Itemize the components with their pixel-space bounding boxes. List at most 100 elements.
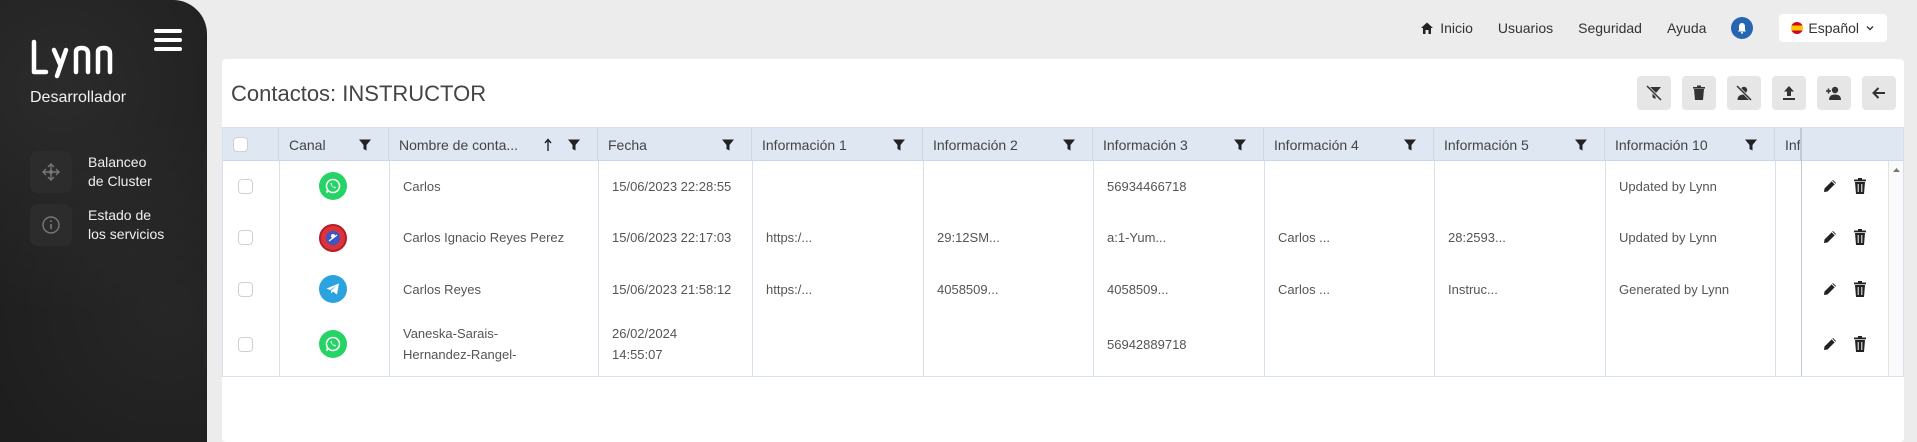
column-label: Información 2 (933, 136, 1018, 153)
sidebar-item-service-status[interactable]: Estado de los servicios (30, 202, 205, 248)
cell-nombre: Carlos Ignacio Reyes Perez (403, 230, 565, 245)
spain-flag-icon (1791, 22, 1804, 34)
cell-info10: Updated by Lynn (1619, 178, 1717, 194)
user-role: Desarrollador (30, 89, 127, 106)
sidebar: Desarrollador Balanceo de Cluster Estado… (0, 0, 207, 442)
scroll-up-arrow-icon[interactable] (1889, 165, 1904, 175)
row-actions (1821, 228, 1869, 246)
filter-icon[interactable] (1574, 138, 1588, 152)
col-header-fecha[interactable]: Fecha (598, 128, 752, 161)
cell-info4: Carlos ... (1278, 281, 1331, 297)
cell-fecha: 15/06/2023 21:58:12 (612, 281, 732, 297)
page-title: Contactos: INSTRUCTOR (231, 81, 487, 106)
row-checkbox[interactable] (238, 281, 253, 297)
cell-info3: 56942889718 (1107, 336, 1187, 352)
column-label: Información 5 (1444, 136, 1529, 153)
add-user-button[interactable] (1817, 76, 1851, 110)
cell-info3: 4058509... (1107, 281, 1169, 297)
delete-all-button[interactable] (1682, 76, 1716, 110)
cell-info1: https:/... (766, 281, 813, 297)
cell-info4: Carlos ... (1278, 230, 1331, 245)
notification-bell-icon[interactable] (1731, 17, 1754, 39)
nav-seguridad[interactable]: Seguridad (1578, 20, 1642, 36)
user-off-button[interactable] (1727, 76, 1761, 110)
cell-info5 (1434, 161, 1605, 211)
sidebar-item-label: Estado de los servicios (88, 207, 165, 242)
lynn-logo (31, 39, 113, 79)
vertical-scrollbar[interactable] (1888, 161, 1903, 376)
nav-inicio[interactable]: Inicio (1420, 20, 1473, 36)
col-header-info3[interactable]: Información 3 (1093, 128, 1264, 161)
cell-info4 (1264, 161, 1434, 211)
col-header-info-partial[interactable]: Inf (1775, 128, 1802, 161)
table-header: Canal Nombre de conta... Fecha Informaci… (223, 128, 1903, 161)
cell-nombre: Carlos (403, 178, 441, 194)
cell-info2 (923, 314, 1093, 374)
row-actions (1821, 280, 1869, 298)
cell-info5 (1434, 314, 1605, 374)
edit-pencil-icon[interactable] (1821, 335, 1839, 353)
cell-info2: 29:12SM... (937, 230, 1000, 245)
col-header-info1[interactable]: Información 1 (752, 128, 923, 161)
cell-info5: Instruc... (1448, 281, 1498, 297)
filter-icon[interactable] (1233, 138, 1247, 152)
select-all-checkbox[interactable] (233, 137, 248, 152)
delete-trash-icon[interactable] (1851, 280, 1869, 298)
cell-fecha: 15/06/2023 22:28:55 (612, 178, 732, 194)
chevron-down-icon (1866, 26, 1874, 31)
col-header-info4[interactable]: Información 4 (1264, 128, 1434, 161)
column-label: Información 4 (1274, 136, 1359, 153)
sidebar-item-cluster[interactable]: Balanceo de Cluster (30, 149, 205, 195)
col-header-info10[interactable]: Información 10 (1605, 128, 1775, 161)
upload-button[interactable] (1772, 76, 1806, 110)
row-checkbox[interactable] (238, 178, 253, 194)
nav-link-label: Inicio (1440, 20, 1473, 36)
filter-icon[interactable] (358, 138, 372, 152)
col-header-canal[interactable]: Canal (279, 128, 389, 161)
delete-trash-icon[interactable] (1851, 177, 1869, 195)
whatsapp-icon (319, 330, 347, 358)
clear-filter-button[interactable] (1637, 76, 1671, 110)
nav-link-label: Ayuda (1666, 20, 1707, 36)
filter-icon[interactable] (1062, 138, 1076, 152)
col-header-info5[interactable]: Información 5 (1434, 128, 1605, 161)
row-checkbox[interactable] (238, 230, 253, 245)
cell-info10: Generated by Lynn (1619, 281, 1730, 297)
column-label: Canal (289, 136, 326, 153)
row-checkbox[interactable] (238, 336, 253, 352)
clear-filter-icon (1645, 84, 1663, 102)
hamburger-menu-button[interactable] (154, 29, 182, 55)
edit-pencil-icon[interactable] (1821, 228, 1839, 246)
sort-ascending-icon[interactable] (543, 138, 553, 152)
table-row[interactable]: Carlos 15/06/2023 22:28:55 56934466718 U… (223, 161, 1903, 211)
cell-info10 (1605, 314, 1775, 374)
cell-info2: 4058509... (937, 281, 999, 297)
row-actions (1821, 335, 1869, 353)
cell-info1 (752, 161, 923, 211)
filter-icon[interactable] (1403, 138, 1417, 152)
home-icon (1421, 22, 1434, 34)
filter-icon[interactable] (892, 138, 906, 152)
filter-icon[interactable] (721, 138, 735, 152)
edit-pencil-icon[interactable] (1821, 280, 1839, 298)
delete-trash-icon[interactable] (1851, 228, 1869, 246)
table-row[interactable]: Vaneska-Sarais- Hernandez-Rangel- 26/02/… (223, 314, 1903, 376)
table-row[interactable]: Carlos Reyes 15/06/2023 21:58:12 https:/… (223, 264, 1903, 314)
col-header-info2[interactable]: Información 2 (923, 128, 1093, 161)
table-row[interactable]: Carlos Ignacio Reyes Perez 15/06/2023 22… (223, 211, 1903, 264)
column-label: Información 3 (1103, 136, 1188, 153)
filter-icon[interactable] (1744, 138, 1758, 152)
filter-icon[interactable] (567, 138, 581, 152)
delete-trash-icon[interactable] (1851, 335, 1869, 353)
edit-pencil-icon[interactable] (1821, 177, 1839, 195)
cell-info2 (923, 161, 1093, 211)
nav-usuarios[interactable]: Usuarios (1498, 20, 1553, 36)
sidebar-item-label: Balanceo de Cluster (88, 154, 152, 189)
back-button[interactable] (1862, 76, 1896, 110)
column-label: Fecha (608, 136, 647, 153)
add-user-icon (1826, 86, 1841, 100)
whatsapp-icon (319, 172, 347, 200)
language-select[interactable]: Español (1779, 14, 1887, 42)
col-header-nombre[interactable]: Nombre de conta... (389, 128, 598, 161)
nav-ayuda[interactable]: Ayuda (1667, 20, 1706, 36)
